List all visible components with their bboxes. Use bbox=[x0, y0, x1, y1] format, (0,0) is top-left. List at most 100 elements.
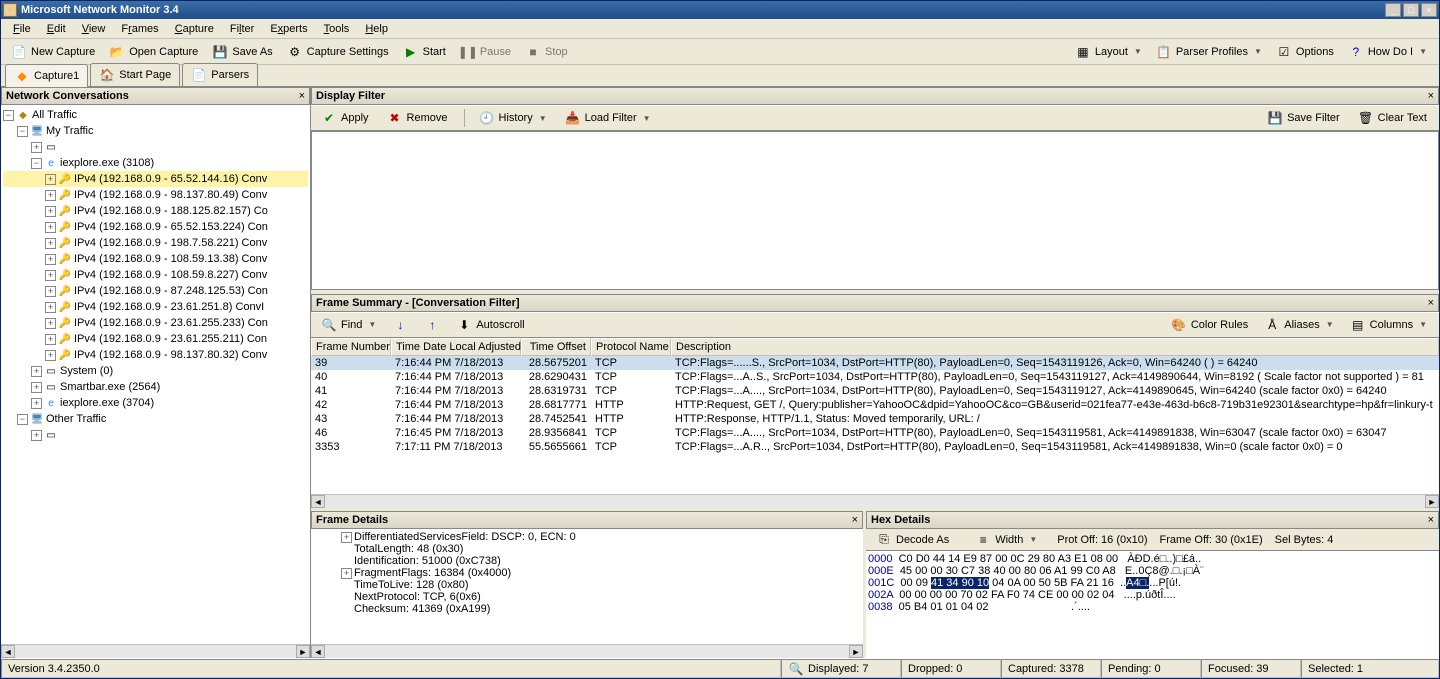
apply-button[interactable]: ✔Apply bbox=[315, 108, 375, 128]
expander-icon[interactable]: − bbox=[17, 414, 28, 425]
expander-icon[interactable]: + bbox=[45, 254, 56, 265]
tree-item[interactable]: +▭ bbox=[3, 427, 308, 443]
details-scrollbar[interactable]: ◄► bbox=[311, 644, 863, 658]
expander-icon[interactable]: + bbox=[45, 318, 56, 329]
sidebar-scrollbar[interactable]: ◄► bbox=[1, 644, 310, 658]
expander-icon[interactable]: + bbox=[31, 430, 42, 441]
tree-item[interactable]: +🔑IPv4 (192.168.0.9 - 188.125.82.157) Co bbox=[3, 203, 308, 219]
save-filter-button[interactable]: 💾Save Filter bbox=[1261, 108, 1346, 128]
pause-button[interactable]: ❚❚Pause bbox=[454, 42, 517, 62]
expander-icon[interactable]: + bbox=[45, 222, 56, 233]
table-row[interactable]: 427:16:44 PM 7/18/201328.6817771HTTPHTTP… bbox=[311, 398, 1439, 412]
hex-line[interactable]: 002A 00 00 00 00 70 02 FA F0 74 CE 00 00… bbox=[868, 589, 1437, 601]
columns-button[interactable]: ▤Columns▼ bbox=[1344, 315, 1433, 335]
expander-icon[interactable]: + bbox=[31, 382, 42, 393]
frame-grid[interactable]: Frame Number Time Date Local Adjusted Ti… bbox=[311, 338, 1439, 495]
menu-capture[interactable]: Capture bbox=[167, 21, 222, 37]
tree-item[interactable]: +🔑IPv4 (192.168.0.9 - 198.7.58.221) Conv bbox=[3, 235, 308, 251]
display-filter-close-icon[interactable]: × bbox=[1428, 90, 1434, 102]
width-button[interactable]: ≡Width▼ bbox=[969, 530, 1043, 550]
hex-line[interactable]: 000E 45 00 00 30 C7 38 40 00 80 06 A1 99… bbox=[868, 565, 1437, 577]
aliases-button[interactable]: ÅAliases▼ bbox=[1258, 315, 1339, 335]
howdoi-button[interactable]: ?How Do I▼ bbox=[1342, 42, 1433, 62]
expander-icon[interactable]: + bbox=[45, 286, 56, 297]
expander-icon[interactable]: + bbox=[341, 532, 352, 543]
save-as-button[interactable]: 💾Save As bbox=[206, 42, 278, 62]
tree-item[interactable]: +🔑IPv4 (192.168.0.9 - 23.61.255.211) Con bbox=[3, 331, 308, 347]
hex-line[interactable]: 001C 00 09 41 34 90 10 04 0A 00 50 5B FA… bbox=[868, 577, 1437, 589]
expander-icon[interactable]: + bbox=[31, 142, 42, 153]
expander-icon[interactable]: + bbox=[45, 334, 56, 345]
open-capture-button[interactable]: 📂Open Capture bbox=[103, 42, 204, 62]
menu-view[interactable]: View bbox=[74, 21, 114, 37]
expander-icon[interactable]: − bbox=[3, 110, 14, 121]
stop-button[interactable]: ■Stop bbox=[519, 42, 574, 62]
detail-line[interactable]: Identification: 51000 (0xC738) bbox=[313, 555, 861, 567]
col-time-offset[interactable]: Time Offset bbox=[521, 338, 591, 356]
menu-help[interactable]: Help bbox=[357, 21, 396, 37]
remove-button[interactable]: ✖Remove bbox=[381, 108, 454, 128]
frame-details-body[interactable]: + DifferentiatedServicesField: DSCP: 0, … bbox=[311, 529, 863, 644]
expander-icon[interactable]: + bbox=[31, 366, 42, 377]
load-filter-button[interactable]: 📥Load Filter▼ bbox=[559, 108, 657, 128]
filter-input[interactable] bbox=[311, 131, 1439, 290]
tab-startpage[interactable]: 🏠Start Page bbox=[90, 63, 180, 86]
hex-body[interactable]: 0000 C0 D0 44 14 E9 87 00 0C 29 80 A3 E1… bbox=[866, 551, 1439, 658]
table-row[interactable]: 437:16:44 PM 7/18/201328.7452541HTTPHTTP… bbox=[311, 412, 1439, 426]
expander-icon[interactable]: + bbox=[341, 568, 352, 579]
find-button[interactable]: 🔍Find▼ bbox=[315, 315, 382, 335]
hex-line[interactable]: 0038 05 B4 01 01 04 02 .´.... bbox=[868, 601, 1437, 613]
menu-frames[interactable]: Frames bbox=[113, 21, 166, 37]
table-row[interactable]: 397:16:44 PM 7/18/201328.5675201TCPTCP:F… bbox=[311, 356, 1439, 370]
table-row[interactable]: 407:16:44 PM 7/18/201328.6290431TCPTCP:F… bbox=[311, 370, 1439, 384]
detail-line[interactable]: TimeToLive: 128 (0x80) bbox=[313, 579, 861, 591]
frame-summary-close-icon[interactable]: × bbox=[1428, 297, 1434, 309]
menu-experts[interactable]: Experts bbox=[262, 21, 315, 37]
maximize-button[interactable]: □ bbox=[1403, 3, 1419, 17]
expander-icon[interactable]: + bbox=[45, 302, 56, 313]
tree-item[interactable]: +eiexplore.exe (3704) bbox=[3, 395, 308, 411]
menu-edit[interactable]: Edit bbox=[39, 21, 74, 37]
expander-icon[interactable]: + bbox=[45, 174, 56, 185]
tree-item[interactable]: +🔑IPv4 (192.168.0.9 - 87.248.125.53) Con bbox=[3, 283, 308, 299]
tab-capture1[interactable]: ◆Capture1 bbox=[5, 64, 88, 87]
grid-scrollbar[interactable]: ◄► bbox=[311, 494, 1439, 508]
expander-icon[interactable]: + bbox=[45, 190, 56, 201]
nav-down-button[interactable]: ↓ bbox=[386, 315, 414, 335]
detail-line[interactable]: TotalLength: 48 (0x30) bbox=[313, 543, 861, 555]
autoscroll-button[interactable]: ⬇Autoscroll bbox=[450, 315, 530, 335]
close-button[interactable]: × bbox=[1421, 3, 1437, 17]
frame-details-close-icon[interactable]: × bbox=[852, 514, 858, 526]
tree-item[interactable]: +🔑IPv4 (192.168.0.9 - 108.59.8.227) Conv bbox=[3, 267, 308, 283]
tree-item[interactable]: −eiexplore.exe (3108) bbox=[3, 155, 308, 171]
table-row[interactable]: 467:16:45 PM 7/18/201328.9356841TCPTCP:F… bbox=[311, 426, 1439, 440]
tree-item[interactable]: −◆All Traffic bbox=[3, 107, 308, 123]
conversations-close-icon[interactable]: × bbox=[299, 90, 305, 102]
tree-item[interactable]: +🔑IPv4 (192.168.0.9 - 23.61.255.233) Con bbox=[3, 315, 308, 331]
parser-profiles-button[interactable]: 📋Parser Profiles▼ bbox=[1150, 42, 1268, 62]
tree-item[interactable]: +▭ bbox=[3, 139, 308, 155]
tree-item[interactable]: +🔑IPv4 (192.168.0.9 - 23.61.251.8) ConvI bbox=[3, 299, 308, 315]
tree-item[interactable]: +🔑IPv4 (192.168.0.9 - 65.52.144.16) Conv bbox=[3, 171, 308, 187]
detail-line[interactable]: + FragmentFlags: 16384 (0x4000) bbox=[313, 567, 861, 579]
tree-item[interactable]: +🔑IPv4 (192.168.0.9 - 108.59.13.38) Conv bbox=[3, 251, 308, 267]
hex-line[interactable]: 0000 C0 D0 44 14 E9 87 00 0C 29 80 A3 E1… bbox=[868, 553, 1437, 565]
history-button[interactable]: 🕘History▼ bbox=[473, 108, 553, 128]
conversations-tree[interactable]: −◆All Traffic−🖥My Traffic+▭−eiexplore.ex… bbox=[1, 105, 310, 644]
new-capture-button[interactable]: 📄New Capture bbox=[5, 42, 101, 62]
capture-settings-button[interactable]: ⚙Capture Settings bbox=[281, 42, 395, 62]
options-button[interactable]: ☑Options bbox=[1270, 42, 1340, 62]
minimize-button[interactable]: _ bbox=[1385, 3, 1401, 17]
tree-item[interactable]: +🔑IPv4 (192.168.0.9 - 65.52.153.224) Con bbox=[3, 219, 308, 235]
detail-line[interactable]: Checksum: 41369 (0xA199) bbox=[313, 603, 861, 615]
col-protocol[interactable]: Protocol Name bbox=[591, 338, 671, 356]
tree-item[interactable]: −🖥My Traffic bbox=[3, 123, 308, 139]
table-row[interactable]: 33537:17:11 PM 7/18/201355.5655661TCPTCP… bbox=[311, 440, 1439, 454]
table-row[interactable]: 417:16:44 PM 7/18/201328.6319731TCPTCP:F… bbox=[311, 384, 1439, 398]
hex-close-icon[interactable]: × bbox=[1428, 514, 1434, 526]
expander-icon[interactable]: + bbox=[45, 206, 56, 217]
menu-filter[interactable]: Filter bbox=[222, 21, 262, 37]
clear-text-button[interactable]: 🗑Clear Text bbox=[1352, 108, 1433, 128]
expander-icon[interactable]: + bbox=[45, 238, 56, 249]
expander-icon[interactable]: + bbox=[45, 350, 56, 361]
